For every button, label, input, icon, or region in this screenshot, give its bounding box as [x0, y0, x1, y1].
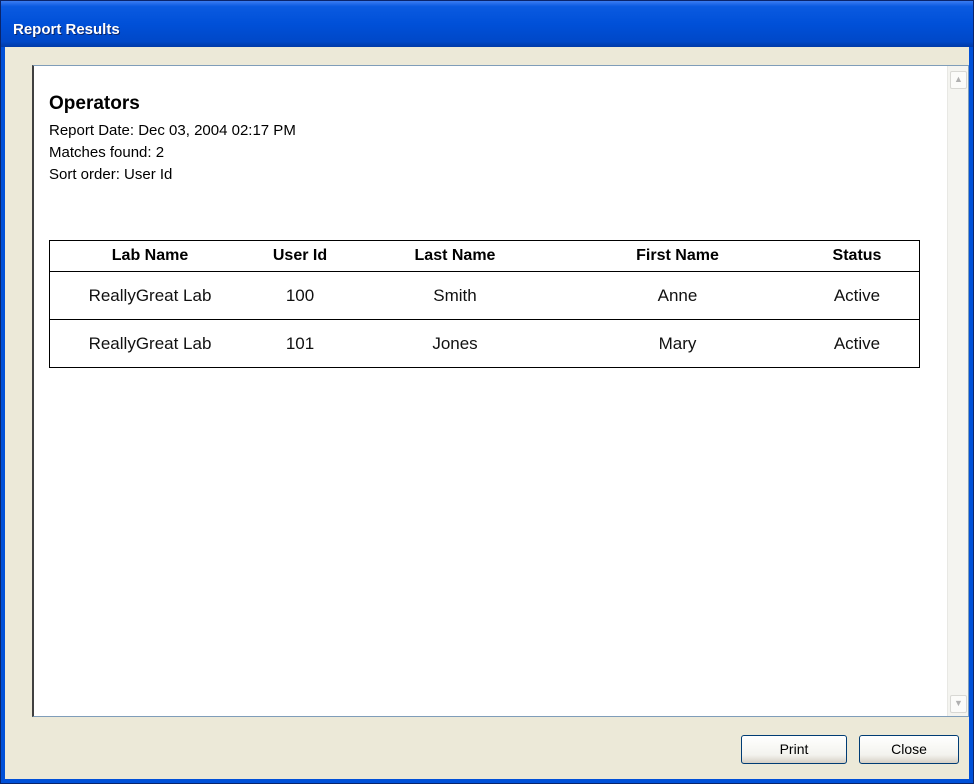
cell-status: Active — [833, 333, 881, 353]
matches-found: Matches found: 2 — [49, 144, 165, 161]
window-title: Report Results — [13, 21, 120, 38]
cell-lab-name: ReallyGreat Lab — [49, 271, 250, 320]
sort-order: Sort order: User Id — [49, 166, 173, 183]
cell-status: Active — [795, 271, 920, 320]
print-button[interactable]: Print — [741, 735, 847, 764]
results-table: Lab Name User Id Last Name First Name St… — [49, 240, 920, 368]
scroll-up-arrow-icon[interactable]: ▲ — [950, 71, 967, 89]
cell-lab-name: ReallyGreat Lab — [88, 333, 212, 353]
report-title: Operators — [49, 93, 140, 114]
title-bar[interactable]: Report Results — [1, 1, 973, 47]
report-results-window: Report Results Operators Report Date: De… — [0, 0, 974, 784]
column-header-status: Status — [795, 240, 920, 272]
close-button[interactable]: Close — [859, 735, 959, 764]
column-header-lab-name: Lab Name — [49, 240, 250, 272]
vertical-scrollbar[interactable]: ▲ ▼ — [947, 66, 968, 716]
cell-first-name: Anne — [560, 271, 795, 320]
scroll-down-arrow-icon[interactable]: ▼ — [950, 695, 967, 713]
table-header-row: Lab Name User Id Last Name First Name St… — [49, 240, 920, 272]
table-row: ReallyGreat Lab 101 Jones Mary Active — [50, 320, 920, 368]
window-border-right — [969, 47, 973, 783]
cell-user-id: 101 — [285, 333, 315, 353]
window-border-left — [1, 47, 5, 783]
table-row: ReallyGreat Lab 100 Smith Anne Active — [49, 271, 920, 320]
window-border-bottom — [1, 779, 973, 783]
column-header-user-id: User Id — [250, 240, 350, 272]
report-content-pane: Operators Report Date: Dec 03, 2004 02:1… — [32, 65, 969, 717]
cell-user-id: 100 — [250, 271, 350, 320]
column-header-first-name: First Name — [560, 240, 795, 272]
cell-last-name: Smith — [350, 271, 560, 320]
report-date: Report Date: Dec 03, 2004 02:17 PM — [49, 122, 296, 139]
cell-last-name: Jones — [432, 333, 478, 353]
column-header-last-name: Last Name — [350, 240, 560, 272]
cell-first-name: Mary — [658, 333, 697, 353]
